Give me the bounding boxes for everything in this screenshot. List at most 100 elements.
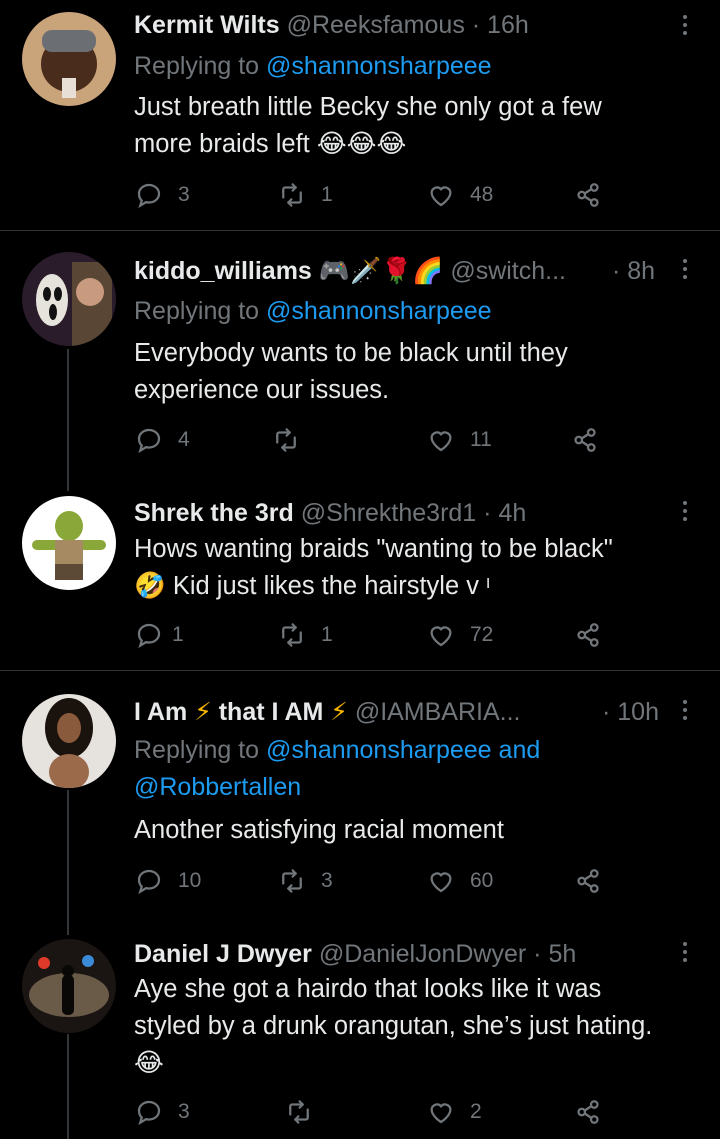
share-icon <box>573 1097 603 1127</box>
like-count: 11 <box>470 428 492 451</box>
author-name[interactable]: Shrek the 3rd <box>134 499 294 527</box>
reply-button[interactable]: 3 <box>134 1095 190 1129</box>
like-count: 72 <box>470 623 494 646</box>
reply-button[interactable]: 10 <box>134 864 201 898</box>
tweet-5[interactable]: Daniel J Dwyer @DanielJonDwyer · 5h Aye … <box>0 935 720 1139</box>
tweet-text: Another satisfying racial moment <box>134 816 504 844</box>
tweet-text: Aye she got a hairdo that looks like it … <box>134 975 653 1077</box>
author-handle[interactable]: @Shrekthe3rd1 <box>301 499 476 527</box>
tweet-3[interactable]: Shrek the 3rd @Shrekthe3rd1 · 4h Hows wa… <box>0 490 720 670</box>
lightning-icon: ⚡ <box>194 698 212 726</box>
retweet-icon <box>277 180 307 210</box>
replying-to: Replying to @shannonsharpeee and @Robber… <box>134 736 541 801</box>
reply-count: 1 <box>172 623 184 646</box>
author-handle[interactable]: @Reeksfamous <box>287 11 465 39</box>
like-icon <box>426 425 456 455</box>
mention-link[interactable]: @Robbertallen <box>134 773 301 801</box>
mention-link[interactable]: @shannonsharpeee <box>266 297 492 325</box>
emoji: 😂 <box>376 130 407 158</box>
retweet-icon <box>277 866 307 896</box>
like-button[interactable]: 72 <box>426 618 493 652</box>
author-name[interactable]: Kermit Wilts <box>134 11 280 39</box>
mention-link[interactable]: @shannonsharpeee <box>266 52 492 80</box>
retweet-icon <box>284 1097 314 1127</box>
more-icon[interactable] <box>674 939 696 969</box>
retweet-button[interactable] <box>284 1095 314 1129</box>
timestamp[interactable]: · 4h <box>483 499 526 527</box>
tweet-text: Just breath little Becky she only got a … <box>134 93 602 158</box>
author-handle[interactable]: @DanielJonDwyer <box>319 940 526 968</box>
tweet-actions: 1 1 72 <box>134 618 614 652</box>
retweet-count: 3 <box>321 869 333 892</box>
timestamp[interactable]: · 5h <box>533 940 576 968</box>
emoji: 😂 <box>346 130 377 158</box>
like-button[interactable]: 2 <box>426 1095 482 1129</box>
share-icon <box>573 866 603 896</box>
reply-icon <box>134 425 164 455</box>
reply-button[interactable]: 3 <box>134 178 190 212</box>
avatar[interactable] <box>22 252 116 346</box>
more-icon[interactable] <box>674 12 696 42</box>
reply-icon <box>134 180 164 210</box>
divider <box>0 230 720 231</box>
reply-count: 4 <box>178 428 190 451</box>
timestamp[interactable]: · 16h <box>472 11 529 39</box>
like-button[interactable]: 11 <box>426 423 492 457</box>
reply-count: 3 <box>178 183 190 206</box>
more-icon[interactable] <box>674 697 696 727</box>
avatar[interactable] <box>22 12 116 106</box>
author-name-part1[interactable]: I Am <box>134 698 187 726</box>
more-icon[interactable] <box>674 498 696 528</box>
mention-link[interactable]: @shannonsharpeee <box>266 736 492 764</box>
timestamp[interactable]: · 10h <box>602 697 659 727</box>
retweet-button[interactable]: 1 <box>277 178 333 212</box>
timestamp[interactable]: · 8h <box>612 256 655 286</box>
retweet-button[interactable]: 1 <box>277 618 333 652</box>
like-icon <box>426 620 456 650</box>
author-name[interactable]: kiddo_williams <box>134 257 312 285</box>
share-button[interactable] <box>573 1095 603 1129</box>
author-handle[interactable]: @IAMBARIA... <box>355 698 521 726</box>
emoji: 😂 <box>134 1049 164 1077</box>
emoji: 😂 <box>316 130 347 158</box>
avatar[interactable] <box>22 939 116 1033</box>
share-button[interactable] <box>573 178 603 212</box>
reply-count: 10 <box>178 869 202 892</box>
tweet-4[interactable]: I Am ⚡ that I AM ⚡ @IAMBARIA... · 10h Re… <box>0 690 720 935</box>
emoji: 🤣 <box>134 572 166 600</box>
tweet-actions: 3 2 <box>134 1095 614 1129</box>
reply-icon <box>134 866 164 896</box>
reply-button[interactable]: 1 <box>134 618 184 652</box>
author-name[interactable]: Daniel J Dwyer <box>134 940 312 968</box>
retweet-button[interactable] <box>271 423 301 457</box>
author-name-part2[interactable]: that I AM <box>219 698 324 726</box>
like-button[interactable]: 60 <box>426 864 493 898</box>
like-button[interactable]: 48 <box>426 178 493 212</box>
author-handle[interactable]: @switch... <box>450 257 566 285</box>
avatar[interactable] <box>22 694 116 788</box>
like-count: 60 <box>470 869 494 892</box>
retweet-count: 1 <box>321 183 333 206</box>
retweet-icon <box>271 425 301 455</box>
avatar[interactable] <box>22 496 116 590</box>
share-button[interactable] <box>573 618 603 652</box>
retweet-button[interactable]: 3 <box>277 864 333 898</box>
share-icon <box>570 425 600 455</box>
tweet-1[interactable]: Kermit Wilts @Reeksfamous · 16h Replying… <box>0 0 720 230</box>
tweet-actions: 4 11 <box>134 423 614 457</box>
tweet-2[interactable]: kiddo_williams 🎮🗡️🌹🌈 @switch... · 8h Rep… <box>0 250 720 490</box>
tweet-actions: 10 3 60 <box>134 864 614 898</box>
reply-icon <box>134 620 164 650</box>
more-icon[interactable] <box>674 256 696 286</box>
reply-icon <box>134 1097 164 1127</box>
tweet-text: Hows wanting braids "wanting to be black… <box>134 535 613 600</box>
tweet-actions: 3 1 48 <box>134 178 614 212</box>
name-emoji: 🌹 <box>381 257 413 285</box>
like-count: 48 <box>470 183 494 206</box>
divider <box>0 670 720 671</box>
reply-button[interactable]: 4 <box>134 423 190 457</box>
share-icon <box>573 180 603 210</box>
share-button[interactable] <box>570 423 600 457</box>
retweet-icon <box>277 620 307 650</box>
share-button[interactable] <box>573 864 603 898</box>
